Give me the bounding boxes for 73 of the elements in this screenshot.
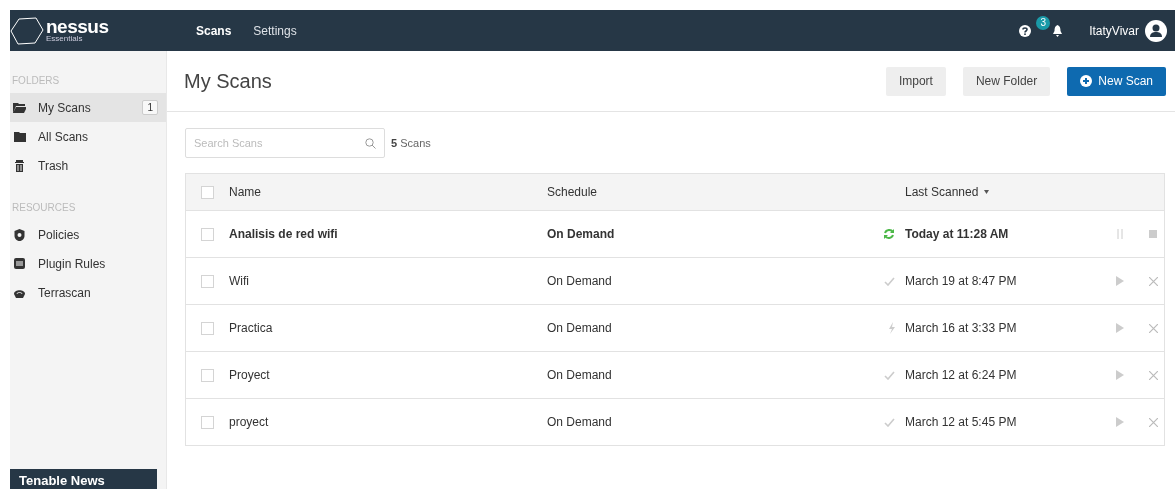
row-checkbox[interactable] — [201, 321, 214, 335]
section-heading: FOLDERS — [11, 75, 61, 86]
notification-badge: 3 — [1036, 15, 1051, 30]
table-cell-text: March 16 at 3:33 PM — [905, 321, 1018, 335]
scan-name[interactable]: Practica — [229, 321, 547, 335]
check-icon — [884, 417, 895, 427]
table-cell-text: March 12 at 5:45 PM — [905, 415, 1018, 429]
column-header[interactable]: Last Scanned — [905, 185, 979, 199]
row-checkbox[interactable] — [201, 368, 214, 382]
sort-icon[interactable] — [984, 190, 990, 194]
sidebar-item[interactable]: All Scans — [10, 122, 166, 151]
toolbar-button[interactable]: Import — [885, 66, 946, 96]
section-heading: RESOURCES — [11, 202, 77, 213]
column-header[interactable]: Schedule — [547, 185, 869, 199]
sidebar-item[interactable]: Policies — [10, 220, 166, 249]
row-checkbox[interactable] — [201, 274, 214, 288]
bell-icon[interactable] — [1052, 24, 1064, 37]
scan-name[interactable]: proyect — [229, 415, 547, 429]
delete-icon[interactable] — [1148, 370, 1158, 380]
check-icon — [884, 276, 895, 286]
search-icon — [365, 138, 376, 149]
table-cell-text: Today at 11:28 AM — [905, 227, 1010, 241]
delete-icon[interactable] — [1148, 276, 1158, 286]
avatar-icon[interactable] — [1145, 19, 1167, 42]
table-cell-text: On Demand — [547, 274, 613, 288]
plus-icon — [1080, 75, 1093, 87]
search-field[interactable]: Search Scans — [185, 128, 385, 158]
select-all-checkbox[interactable] — [201, 185, 214, 199]
logo-icon — [10, 16, 44, 45]
row-checkbox[interactable] — [201, 227, 214, 241]
logo-edition: Essentials — [46, 35, 84, 43]
user-name[interactable]: ItatyVivar — [1089, 23, 1139, 38]
scan-name[interactable]: Proyect — [229, 368, 547, 382]
delete-icon[interactable] — [1148, 417, 1158, 427]
nav-tab[interactable]: Scans — [196, 23, 232, 38]
shield-icon — [13, 228, 26, 241]
table-cell-text: On Demand — [547, 415, 613, 429]
sidebar-item[interactable]: Terrascan — [10, 278, 166, 307]
stop-icon[interactable] — [1149, 230, 1157, 238]
table-cell-text: On Demand — [547, 227, 616, 241]
play-icon[interactable] — [1116, 417, 1124, 427]
nav-tab[interactable]: Settings — [253, 23, 297, 38]
refresh-icon — [883, 228, 895, 240]
table-cell-text: On Demand — [547, 321, 613, 335]
table-cell-text: On Demand — [547, 368, 613, 382]
sidebar-item[interactable]: Plugin Rules — [10, 249, 166, 278]
page-title: My Scans — [184, 69, 273, 93]
sidebar-item[interactable]: My Scans 1 — [10, 93, 166, 122]
row-checkbox[interactable] — [201, 415, 214, 429]
column-header[interactable]: Name — [229, 185, 547, 199]
table-cell-text: March 19 at 8:47 PM — [905, 274, 1018, 288]
sidebar-item[interactable]: Trash — [10, 151, 166, 180]
play-icon[interactable] — [1116, 276, 1124, 286]
scan-name[interactable]: Wifi — [229, 274, 547, 288]
scan-name[interactable]: Analisis de red wifi — [229, 227, 547, 241]
trash-icon — [13, 159, 26, 172]
new-scan-button[interactable]: New Scan — [1067, 66, 1166, 96]
check-icon — [884, 370, 895, 380]
rules-icon — [13, 257, 26, 270]
scan-count: 5 Scans — [391, 137, 431, 149]
folder-open-icon — [13, 101, 26, 114]
logo-name: nessus — [46, 18, 109, 35]
count-badge: 1 — [142, 100, 158, 115]
lightning-icon — [888, 322, 895, 334]
folder-icon — [13, 130, 26, 143]
table-cell-text: March 12 at 6:24 PM — [905, 368, 1018, 382]
play-icon[interactable] — [1116, 323, 1124, 333]
delete-icon[interactable] — [1148, 323, 1158, 333]
toolbar-button[interactable]: New Folder — [962, 66, 1051, 96]
play-icon[interactable] — [1116, 370, 1124, 380]
help-icon[interactable] — [1019, 24, 1032, 37]
pause-icon[interactable] — [1117, 229, 1123, 239]
news-panel-title[interactable]: Tenable News — [10, 469, 157, 489]
